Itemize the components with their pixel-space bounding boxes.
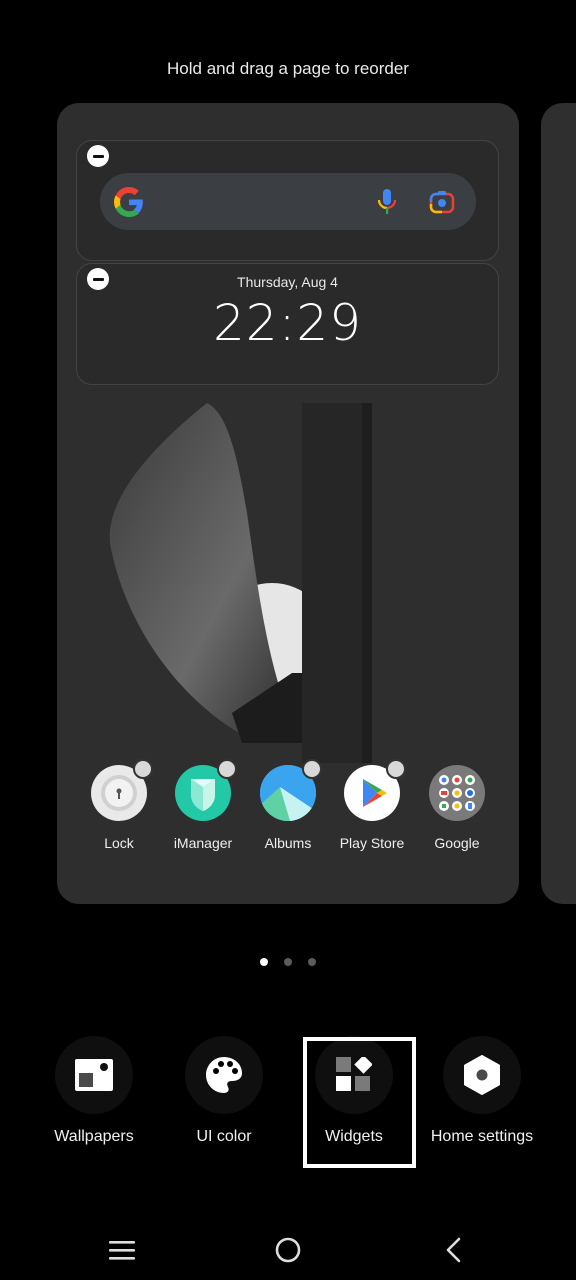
search-bar[interactable] xyxy=(100,173,476,230)
app-badge xyxy=(386,759,406,779)
app-badge xyxy=(217,759,237,779)
home-page-preview[interactable]: Thursday, Aug 4 22:29 Lock iManager Albu… xyxy=(57,103,519,904)
menu-icon xyxy=(109,1241,135,1260)
app-lock[interactable]: Lock xyxy=(77,759,161,851)
app-label: Lock xyxy=(104,835,134,851)
page-dot-active xyxy=(260,958,268,966)
lens-camera-icon[interactable] xyxy=(428,188,456,216)
focus-highlight xyxy=(303,1037,416,1168)
app-label: Play Store xyxy=(339,835,405,851)
tool-label: Wallpapers xyxy=(54,1128,134,1145)
voice-search-icon[interactable] xyxy=(374,187,400,217)
clock-date: Thursday, Aug 4 xyxy=(237,274,338,290)
page-indicator xyxy=(0,958,576,966)
back-button[interactable] xyxy=(433,1232,473,1268)
wallpaper-icon xyxy=(75,1059,113,1091)
menu-button[interactable] xyxy=(102,1232,142,1268)
ui-color-button[interactable]: UI color xyxy=(154,1036,294,1146)
app-label: iManager xyxy=(173,835,233,851)
lock-icon xyxy=(91,759,153,821)
remove-widget-button[interactable] xyxy=(87,145,109,167)
page-dot xyxy=(284,958,292,966)
home-icon xyxy=(275,1237,301,1263)
app-badge xyxy=(302,759,322,779)
back-icon xyxy=(446,1237,461,1263)
page-dot xyxy=(308,958,316,966)
folder-icon xyxy=(429,765,485,821)
tool-label: Home settings xyxy=(430,1128,534,1145)
reorder-hint: Hold and drag a page to reorder xyxy=(167,59,409,78)
next-page-preview[interactable] xyxy=(541,103,576,904)
app-play-store[interactable]: Play Store xyxy=(330,759,414,851)
google-logo-icon xyxy=(114,187,143,217)
clock-widget[interactable]: Thursday, Aug 4 22:29 xyxy=(76,263,499,385)
clock-time: 22:29 xyxy=(212,294,363,352)
gallery-icon xyxy=(260,759,322,821)
home-settings-button[interactable]: Home settings xyxy=(412,1036,552,1146)
tool-label: UI color xyxy=(196,1128,252,1145)
play-store-icon xyxy=(344,759,406,821)
google-search-widget[interactable] xyxy=(76,140,499,261)
navigation-bar xyxy=(0,1222,576,1278)
wallpapers-button[interactable]: Wallpapers xyxy=(24,1036,164,1146)
app-imanager[interactable]: iManager xyxy=(161,759,245,851)
app-albums[interactable]: Albums xyxy=(246,759,330,851)
app-label: Albums xyxy=(264,835,312,851)
folder-google[interactable]: Google xyxy=(415,765,499,851)
shield-icon xyxy=(175,759,237,821)
settings-icon xyxy=(464,1055,500,1095)
app-badge xyxy=(133,759,153,779)
app-label: Google xyxy=(434,835,480,851)
home-button[interactable] xyxy=(268,1232,308,1268)
palette-icon xyxy=(206,1057,242,1093)
